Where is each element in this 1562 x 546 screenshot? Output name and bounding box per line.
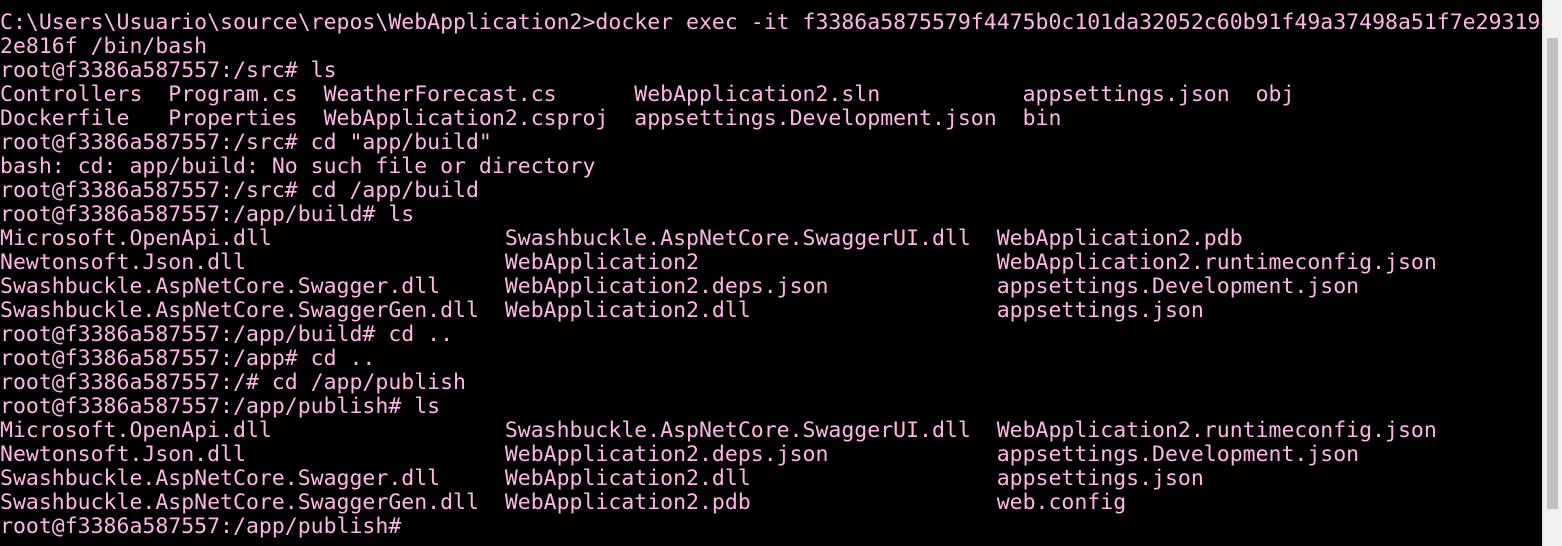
terminal-line: Swashbuckle.AspNetCore.SwaggerGen.dll We…: [0, 490, 1127, 515]
scrollbar-thumb[interactable]: [1547, 38, 1558, 509]
terminal-line: root@f3386a587557:/src# cd /app/build: [0, 178, 479, 203]
terminal-line: root@f3386a587557:/app# cd ..: [0, 346, 376, 371]
terminal-line: Swashbuckle.AspNetCore.Swagger.dll WebAp…: [0, 274, 1360, 299]
terminal-line: root@f3386a587557:/src# ls: [0, 58, 337, 83]
terminal-line: Microsoft.OpenApi.dll Swashbuckle.AspNet…: [0, 226, 1243, 251]
terminal-line: root@f3386a587557:/src# cd "app/build": [0, 130, 492, 155]
terminal-prompt-line[interactable]: root@f3386a587557:/app/publish#: [0, 515, 1542, 539]
terminal-window[interactable]: C:\Users\Usuario\source\repos\WebApplica…: [0, 0, 1542, 546]
terminal-line: root@f3386a587557:/app/build# cd ..: [0, 322, 454, 347]
vertical-scrollbar[interactable]: [1542, 0, 1562, 546]
terminal-line: Swashbuckle.AspNetCore.Swagger.dll WebAp…: [0, 466, 1204, 491]
terminal-line: root@f3386a587557:/# cd /app/publish: [0, 370, 466, 395]
terminal-line: root@f3386a587557:/app/build# ls: [0, 202, 415, 227]
terminal-line: Swashbuckle.AspNetCore.SwaggerGen.dll We…: [0, 298, 1204, 323]
terminal-line: bash: cd: app/build: No such file or dir…: [0, 154, 596, 179]
terminal-line: C:\Users\Usuario\source\repos\WebApplica…: [0, 10, 1542, 35]
terminal-line: Newtonsoft.Json.dll WebApplication2.deps…: [0, 442, 1360, 467]
terminal-line: Controllers Program.cs WeatherForecast.c…: [0, 82, 1295, 107]
terminal-line: Newtonsoft.Json.dll WebApplication2 WebA…: [0, 250, 1437, 275]
terminal-line: 2e816f /bin/bash: [0, 34, 208, 59]
terminal-output: C:\Users\Usuario\source\repos\WebApplica…: [0, 11, 1542, 539]
terminal-line: root@f3386a587557:/app/publish# ls: [0, 394, 441, 419]
terminal-line: Dockerfile Properties WebApplication2.cs…: [0, 106, 1062, 131]
terminal-line: Microsoft.OpenApi.dll Swashbuckle.AspNet…: [0, 418, 1437, 443]
